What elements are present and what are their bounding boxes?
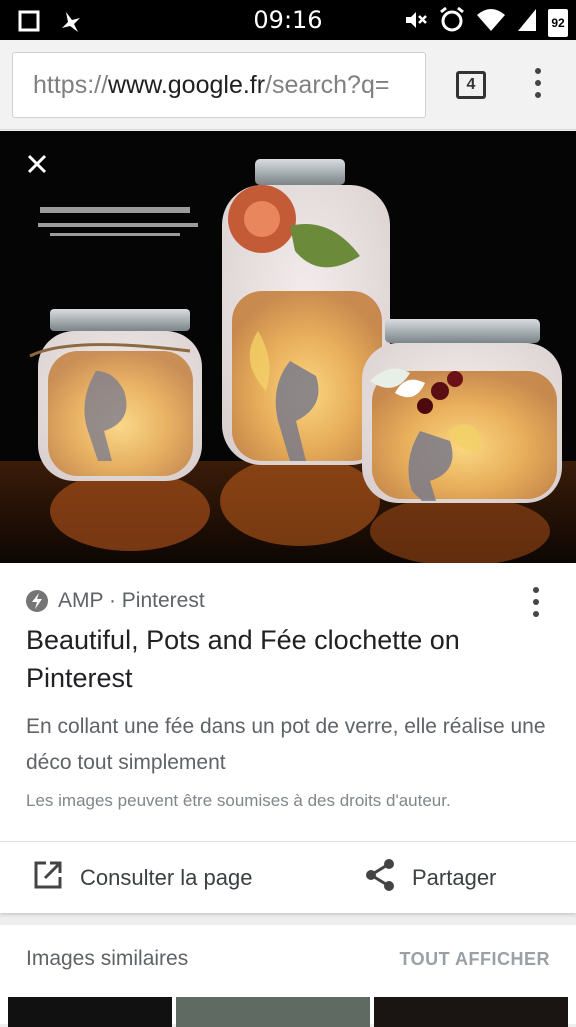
wifi-icon: [476, 7, 506, 38]
visit-page-label: Consulter la page: [80, 865, 253, 890]
similar-images-section: Images similaires TOUT AFFICHER: [0, 925, 576, 1027]
browser-menu-icon[interactable]: [532, 68, 544, 102]
show-all-button[interactable]: TOUT AFFICHER: [400, 949, 551, 970]
open-external-icon: [32, 859, 64, 897]
url-field[interactable]: https://www.google.fr/search?q=: [12, 52, 426, 118]
browser-toolbar: https://www.google.fr/search?q= 4: [0, 40, 576, 130]
battery-icon: 92: [548, 8, 568, 37]
result-title[interactable]: Beautiful, Pots and Fée clochette on Pin…: [26, 621, 546, 697]
similar-thumbnail[interactable]: [8, 997, 172, 1027]
source-row[interactable]: AMP · Pinterest: [26, 589, 205, 613]
status-bar: 09:16 92: [0, 0, 576, 40]
more-options-icon[interactable]: [530, 587, 542, 621]
share-label: Partager: [412, 865, 497, 890]
share-button[interactable]: Partager: [364, 855, 496, 901]
amp-bolt-icon: [26, 590, 48, 612]
signal-icon: [516, 7, 538, 38]
result-description: En collant une fée dans un pot de verre,…: [26, 715, 546, 774]
copyright-notice: Les images peuvent être soumises à des d…: [26, 791, 451, 810]
tab-switcher-button[interactable]: 4: [456, 71, 486, 99]
similar-thumbnail[interactable]: [176, 997, 370, 1027]
close-icon[interactable]: [22, 149, 52, 179]
divider: [0, 841, 576, 842]
result-image[interactable]: [0, 131, 576, 563]
share-icon: [364, 858, 396, 898]
similar-images-title: Images similaires: [26, 947, 189, 970]
similar-thumbnail[interactable]: [374, 997, 568, 1027]
mute-icon: [404, 9, 428, 36]
source-label: AMP · Pinterest: [58, 589, 205, 612]
alarm-icon: [438, 6, 466, 39]
result-card: AMP · Pinterest Beautiful, Pots and Fée …: [0, 563, 576, 913]
url-text: https://www.google.fr/search?q=: [33, 71, 390, 99]
visit-page-button[interactable]: Consulter la page: [32, 855, 252, 901]
